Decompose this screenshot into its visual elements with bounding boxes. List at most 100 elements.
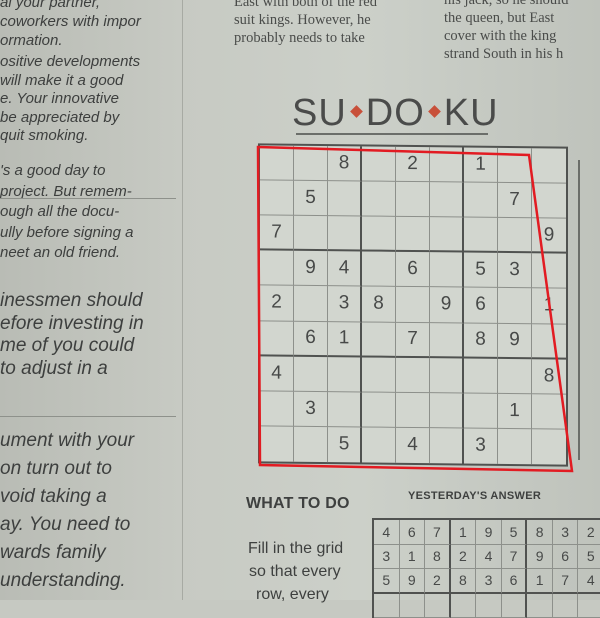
sudoku-cell: 3 — [464, 428, 498, 463]
answer-grid: 467195832318247965592836174 — [372, 518, 600, 618]
sudoku-cell: 1 — [532, 289, 566, 324]
sudoku-cell — [260, 145, 294, 180]
answer-cell: 4 — [578, 569, 600, 594]
horoscope-line: project. But remem- — [0, 183, 132, 200]
answer-cell: 8 — [451, 569, 477, 594]
bridge-line: the queen, but East — [444, 10, 554, 27]
sudoku-cell: 3 — [498, 253, 532, 288]
sudoku-cell: 1 — [498, 394, 532, 429]
answer-cell: 7 — [553, 569, 579, 594]
horoscope-column: al your partner,coworkers with impororma… — [0, 0, 178, 600]
horoscope-line: to adjust in a — [0, 358, 108, 380]
sudoku-cell — [260, 391, 294, 426]
horoscope-line: 's a good day to — [0, 162, 105, 179]
sudoku-cell: 7 — [396, 322, 430, 357]
sudoku-cell — [328, 392, 362, 427]
horoscope-line: me of you could — [0, 335, 134, 357]
answer-cell: 3 — [374, 545, 400, 570]
answer-cell: 6 — [553, 545, 579, 570]
sudoku-cell — [396, 357, 430, 392]
sudoku-cell — [430, 323, 464, 358]
sudoku-cell — [430, 253, 464, 288]
sudoku-cell — [362, 252, 396, 287]
sudoku-cell — [328, 181, 362, 216]
answer-cell: 5 — [502, 520, 528, 545]
answer-cell — [553, 594, 579, 618]
sudoku-title: SUDOKU — [292, 92, 499, 135]
answer-cell — [578, 594, 600, 618]
sudoku-cell — [362, 217, 396, 252]
title-part: DO — [366, 92, 425, 134]
answer-cell: 3 — [553, 520, 579, 545]
adjacent-puzzle-edge — [578, 160, 600, 460]
sudoku-cell: 6 — [464, 288, 498, 323]
horoscope-line: void taking a — [0, 486, 107, 508]
sudoku-cell — [498, 288, 532, 323]
horoscope-line: coworkers with impor — [0, 13, 141, 30]
sudoku-cell — [532, 183, 566, 218]
title-underline — [296, 133, 488, 135]
horoscope-line: ositive developments — [0, 53, 140, 70]
sudoku-cell — [396, 217, 430, 252]
sudoku-cell: 1 — [464, 148, 498, 183]
sudoku-cell — [328, 357, 362, 392]
sudoku-cell — [294, 356, 328, 391]
horoscope-line: ay. You need to — [0, 514, 130, 536]
sudoku-cell — [362, 182, 396, 217]
answer-cell: 9 — [527, 545, 553, 570]
sudoku-cell — [532, 429, 566, 464]
bridge-line: East with both of the red — [234, 0, 377, 11]
horoscope-line: ully before signing a — [0, 224, 133, 241]
horoscope-line: will make it a good — [0, 72, 123, 89]
answer-cell: 9 — [476, 520, 502, 545]
answer-cell: 6 — [502, 569, 528, 594]
instruction-line: so that every — [249, 563, 341, 581]
sudoku-cell: 9 — [532, 218, 566, 253]
answer-cell: 5 — [374, 569, 400, 594]
title-part: SU — [292, 92, 347, 134]
sudoku-cell: 6 — [294, 321, 328, 356]
sudoku-cell: 9 — [498, 323, 532, 358]
sudoku-cell — [260, 181, 294, 216]
sudoku-cell: 5 — [464, 253, 498, 288]
answer-cell: 2 — [578, 520, 600, 545]
sudoku-cell — [362, 392, 396, 427]
sudoku-cell: 1 — [328, 322, 362, 357]
sudoku-cell: 4 — [260, 356, 294, 391]
yesterdays-answer-heading: YESTERDAY'S ANSWER — [408, 490, 541, 502]
sudoku-cell — [430, 147, 464, 182]
sudoku-cell: 3 — [294, 392, 328, 427]
answer-cell: 4 — [476, 545, 502, 570]
sudoku-cell — [464, 358, 498, 393]
answer-cell: 8 — [425, 545, 451, 570]
horoscope-line: quit smoking. — [0, 127, 88, 144]
diamond-icon — [428, 106, 441, 119]
answer-cell: 7 — [502, 545, 528, 570]
sudoku-cell — [260, 251, 294, 286]
sudoku-cell — [532, 148, 566, 183]
sudoku-cell: 7 — [260, 216, 294, 251]
answer-cell: 5 — [578, 545, 600, 570]
sudoku-cell — [294, 427, 328, 462]
sudoku-cell — [260, 426, 294, 461]
sudoku-cell — [430, 428, 464, 463]
horoscope-line: inessmen should — [0, 290, 143, 312]
section-rule — [0, 416, 176, 417]
answer-cell — [451, 594, 477, 618]
answer-cell — [476, 594, 502, 618]
horoscope-line: on turn out to — [0, 458, 112, 480]
sudoku-cell: 8 — [464, 323, 498, 358]
bridge-line: probably needs to take — [234, 30, 365, 47]
sudoku-cell — [430, 182, 464, 217]
sudoku-cell — [362, 427, 396, 462]
bridge-line: suit kings. However, he — [234, 12, 371, 29]
answer-cell — [502, 594, 528, 618]
section-rule — [0, 198, 176, 199]
sudoku-cell: 9 — [294, 251, 328, 286]
answer-cell — [374, 594, 400, 618]
sudoku-cell: 8 — [362, 287, 396, 322]
answer-cell: 2 — [425, 569, 451, 594]
sudoku-cell: 4 — [328, 251, 362, 286]
answer-cell — [400, 594, 426, 618]
instruction-line: Fill in the grid — [248, 540, 343, 558]
